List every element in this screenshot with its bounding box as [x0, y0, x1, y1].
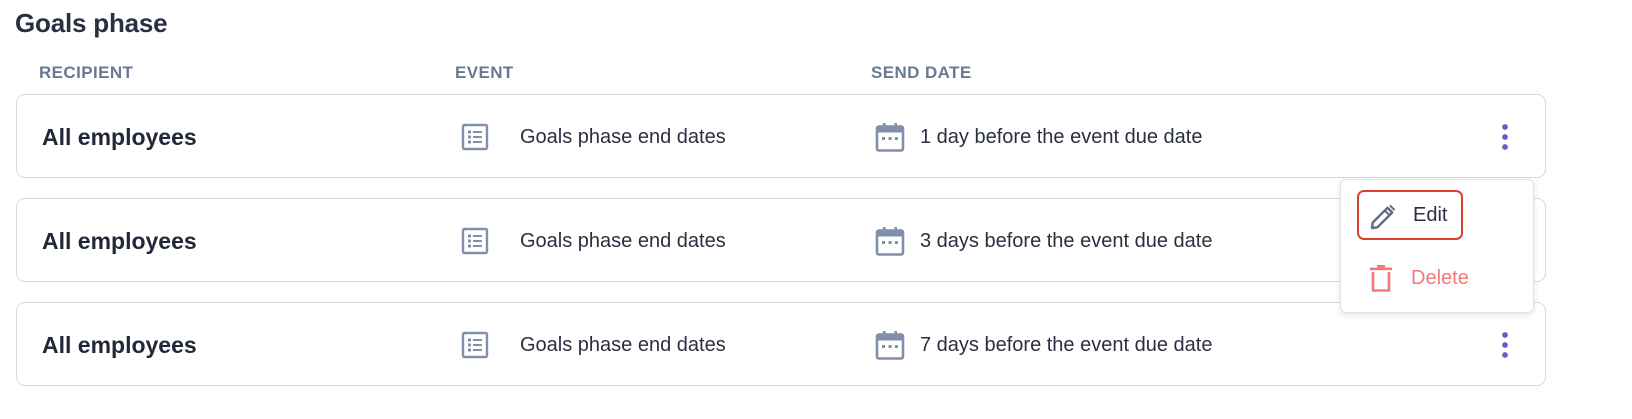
page-title: Goals phase: [15, 8, 168, 38]
list-icon: [461, 227, 489, 255]
delete-label: Delete: [1411, 267, 1469, 289]
edit-label: Edit: [1413, 204, 1448, 226]
column-header-event: EVENT: [455, 63, 514, 82]
recipient-label: All employees: [42, 332, 197, 358]
send-date-label: 3 days before the event due date: [920, 230, 1213, 252]
kebab-menu-icon[interactable]: [1493, 122, 1517, 152]
trash-icon: [1370, 265, 1392, 292]
calendar-icon: [875, 331, 905, 360]
calendar-icon: [875, 123, 905, 152]
notification-row: All employees Goals phase end dates 7 da…: [16, 302, 1546, 386]
edit-menu-item[interactable]: Edit: [1357, 190, 1463, 240]
calendar-icon: [875, 227, 905, 256]
event-label: Goals phase end dates: [520, 334, 726, 356]
list-icon: [461, 123, 489, 151]
pencil-icon: [1370, 204, 1396, 230]
recipient-label: All employees: [42, 124, 197, 150]
delete-menu-item[interactable]: Delete: [1357, 253, 1469, 303]
recipient-label: All employees: [42, 228, 197, 254]
kebab-menu-icon[interactable]: [1493, 330, 1517, 360]
send-date-label: 1 day before the event due date: [920, 126, 1203, 148]
column-header-send-date: SEND DATE: [871, 63, 972, 82]
row-actions-menu: Edit Delete: [1340, 179, 1534, 313]
notification-row: All employees Goals phase end dates 1 da…: [16, 94, 1546, 178]
event-label: Goals phase end dates: [520, 126, 726, 148]
column-header-recipient: RECIPIENT: [39, 63, 134, 82]
event-label: Goals phase end dates: [520, 230, 726, 252]
notification-row: All employees Goals phase end dates 3 da…: [16, 198, 1546, 282]
list-icon: [461, 331, 489, 359]
send-date-label: 7 days before the event due date: [920, 334, 1213, 356]
